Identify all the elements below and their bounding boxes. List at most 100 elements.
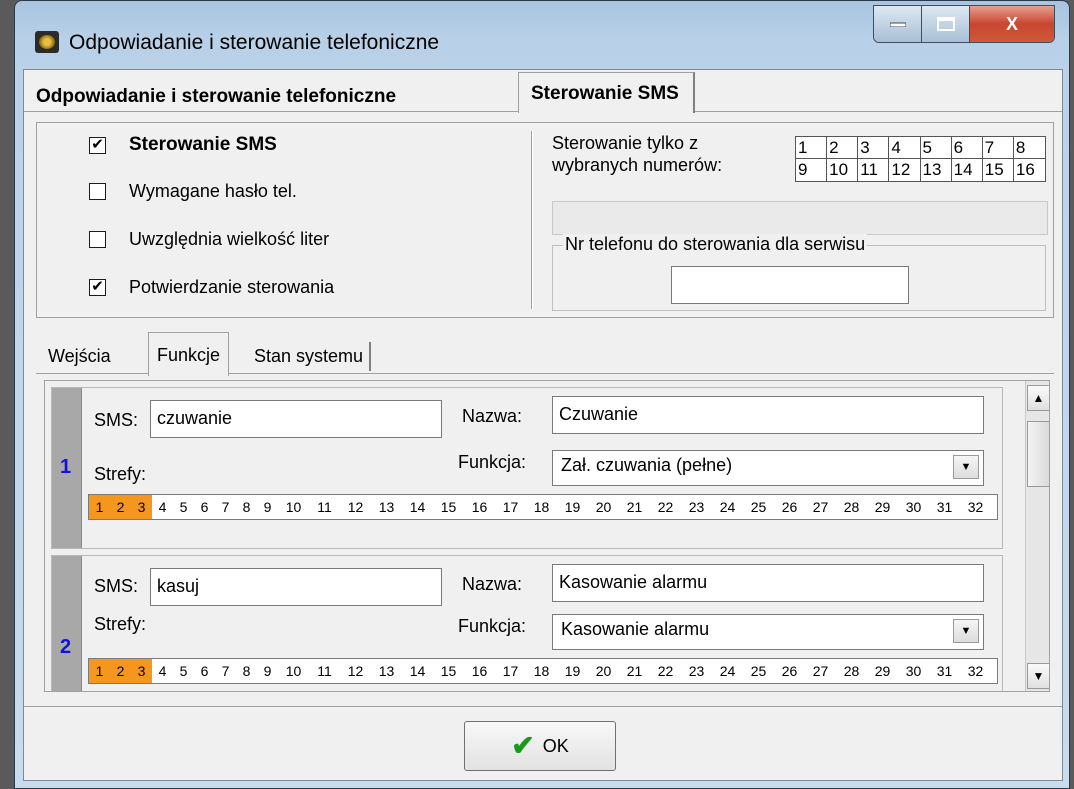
function-select[interactable]: Zał. czuwania (pełne) ▼ (552, 450, 984, 486)
zone-cell[interactable]: 27 (805, 495, 836, 519)
zone-cell[interactable]: 26 (774, 495, 805, 519)
number-cell[interactable]: 11 (858, 159, 890, 181)
zone-cell[interactable]: 5 (173, 659, 194, 683)
tab-phone-answering[interactable]: Odpowiadanie i sterowanie telefoniczne (28, 76, 404, 112)
zone-cell[interactable]: 20 (588, 495, 619, 519)
zone-cell[interactable]: 20 (588, 659, 619, 683)
close-button[interactable]: X (970, 6, 1054, 42)
zone-cell[interactable]: 6 (194, 659, 215, 683)
zone-cell[interactable]: 17 (495, 495, 526, 519)
zone-cell[interactable]: 12 (340, 495, 371, 519)
number-cell[interactable]: 14 (952, 159, 983, 181)
zone-cell[interactable]: 27 (805, 659, 836, 683)
confirm-control-checkbox[interactable]: ✔ (89, 279, 106, 296)
number-cell[interactable]: 4 (889, 137, 921, 159)
zone-cell[interactable]: 10 (278, 659, 309, 683)
number-cell[interactable]: 15 (983, 159, 1014, 181)
dropdown-arrow-icon[interactable]: ▼ (953, 619, 979, 643)
tab-functions[interactable]: Funkcje (148, 332, 230, 376)
zone-cell[interactable]: 18 (526, 495, 557, 519)
number-cell[interactable]: 7 (982, 137, 1014, 159)
zone-cell[interactable]: 18 (526, 659, 557, 683)
number-cell[interactable]: 5 (920, 137, 952, 159)
number-cell[interactable]: 12 (889, 159, 921, 181)
tab-system-state[interactable]: Stan systemu (248, 342, 372, 371)
zone-cell[interactable]: 24 (712, 659, 743, 683)
zone-cell[interactable]: 13 (371, 659, 402, 683)
zone-cell[interactable]: 2 (110, 659, 131, 683)
zone-cell[interactable]: 8 (236, 659, 257, 683)
zone-cell[interactable]: 23 (681, 495, 712, 519)
zone-cell[interactable]: 3 (131, 495, 152, 519)
zone-cell[interactable]: 10 (278, 495, 309, 519)
number-cell[interactable]: 8 (1013, 137, 1045, 159)
scroll-down-arrow-icon[interactable]: ▼ (1027, 663, 1049, 689)
zone-cell[interactable]: 12 (340, 659, 371, 683)
zone-cell[interactable]: 5 (173, 495, 194, 519)
vertical-scrollbar[interactable]: ▲ ▼ (1025, 381, 1049, 691)
service-phone-input[interactable] (671, 266, 909, 304)
zone-cell[interactable]: 31 (929, 495, 960, 519)
zone-cell[interactable]: 21 (619, 659, 650, 683)
zone-cell[interactable]: 28 (836, 659, 867, 683)
minimize-button[interactable] (874, 6, 922, 42)
number-cell[interactable]: 2 (827, 137, 859, 159)
zone-cell[interactable]: 3 (131, 659, 152, 683)
zone-cell[interactable]: 14 (402, 495, 433, 519)
zone-cell[interactable]: 17 (495, 659, 526, 683)
zone-cell[interactable]: 30 (898, 495, 929, 519)
zone-cell[interactable]: 30 (898, 659, 929, 683)
zone-cell[interactable]: 7 (215, 495, 236, 519)
zone-cell[interactable]: 23 (681, 659, 712, 683)
zone-cell[interactable]: 9 (257, 495, 278, 519)
number-cell[interactable]: 16 (1014, 159, 1045, 181)
scroll-up-arrow-icon[interactable]: ▲ (1027, 385, 1049, 411)
zone-cell[interactable]: 32 (960, 659, 991, 683)
zone-cell[interactable]: 15 (433, 659, 464, 683)
scroll-thumb[interactable] (1027, 421, 1049, 487)
sms-input[interactable]: czuwanie (150, 400, 442, 438)
maximize-button[interactable] (922, 6, 970, 42)
zone-cell[interactable]: 25 (743, 659, 774, 683)
zone-cell[interactable]: 24 (712, 495, 743, 519)
zone-cell[interactable]: 4 (152, 659, 173, 683)
number-cell[interactable]: 9 (796, 159, 828, 181)
zone-cell[interactable]: 26 (774, 659, 805, 683)
tab-sms-control[interactable]: Sterowanie SMS (518, 72, 695, 113)
zone-cell[interactable]: 21 (619, 495, 650, 519)
zone-cell[interactable]: 1 (89, 659, 110, 683)
zone-cell[interactable]: 8 (236, 495, 257, 519)
zone-cell[interactable]: 14 (402, 659, 433, 683)
number-cell[interactable]: 10 (827, 159, 859, 181)
zone-cell[interactable]: 28 (836, 495, 867, 519)
password-required-checkbox[interactable] (89, 183, 106, 200)
zone-cell[interactable]: 15 (433, 495, 464, 519)
zone-cell[interactable]: 2 (110, 495, 131, 519)
function-select[interactable]: Kasowanie alarmu ▼ (552, 614, 984, 650)
number-cell[interactable]: 6 (951, 137, 983, 159)
zone-cell[interactable]: 1 (89, 495, 110, 519)
zone-cell[interactable]: 4 (152, 495, 173, 519)
zone-cell[interactable]: 16 (464, 659, 495, 683)
zone-cell[interactable]: 13 (371, 495, 402, 519)
name-input[interactable]: Czuwanie (552, 396, 984, 434)
ok-button[interactable]: ✔ OK (464, 721, 616, 771)
number-cell[interactable]: 13 (921, 159, 952, 181)
sms-input[interactable]: kasuj (150, 568, 442, 606)
zone-cell[interactable]: 25 (743, 495, 774, 519)
tab-inputs[interactable]: Wejścia (42, 342, 117, 371)
dropdown-arrow-icon[interactable]: ▼ (953, 455, 979, 479)
zone-cell[interactable]: 7 (215, 659, 236, 683)
zone-cell[interactable]: 11 (309, 495, 340, 519)
zone-cell[interactable]: 22 (650, 659, 681, 683)
zone-cell[interactable]: 19 (557, 659, 588, 683)
zone-cell[interactable]: 29 (867, 495, 898, 519)
zone-cell[interactable]: 19 (557, 495, 588, 519)
zone-cell[interactable]: 9 (257, 659, 278, 683)
zone-cell[interactable]: 11 (309, 659, 340, 683)
zone-cell[interactable]: 22 (650, 495, 681, 519)
number-cell[interactable]: 1 (796, 137, 828, 159)
zone-cell[interactable]: 31 (929, 659, 960, 683)
zone-cell[interactable]: 32 (960, 495, 991, 519)
zone-cell[interactable]: 29 (867, 659, 898, 683)
